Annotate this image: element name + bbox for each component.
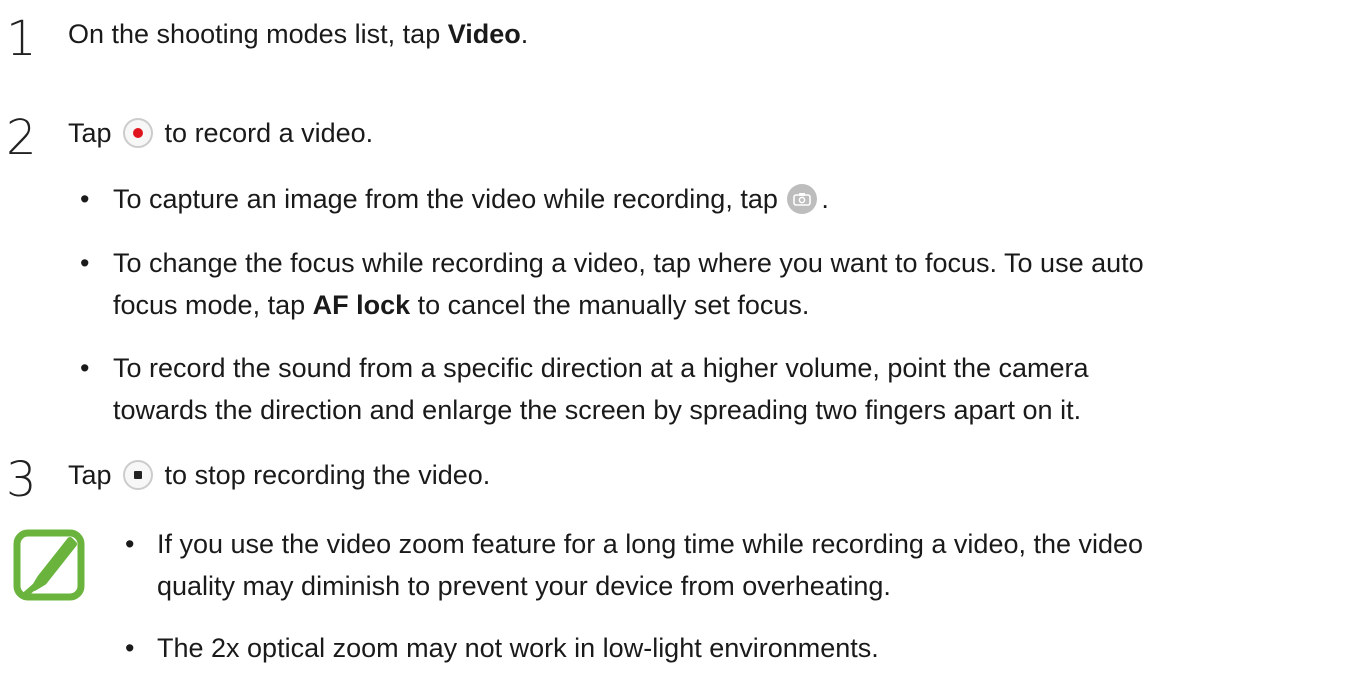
step-3-text: Tap to stop recording the video. xyxy=(68,457,490,493)
bullet-1-text: To capture an image from the video while… xyxy=(113,181,829,217)
note-2-line-1: The 2x optical zoom may not work in low-… xyxy=(157,633,879,663)
step-2-text-after: to record a video. xyxy=(157,118,374,148)
bullet-marker: • xyxy=(125,633,135,663)
note-1-line-1: If you use the video zoom feature for a … xyxy=(157,529,1144,559)
camera-icon xyxy=(787,183,818,214)
note-pencil-icon xyxy=(13,529,85,601)
step-2-text-before: Tap xyxy=(68,118,120,148)
bullet-2-line-2: focus mode, tap AF lock to cancel the ma… xyxy=(113,287,809,323)
bullet-2-line-1: To change the focus while recording a vi… xyxy=(113,248,1144,278)
step-2-text: Tap to record a video. xyxy=(68,115,373,151)
step-number-1: 1 xyxy=(6,11,37,67)
bullet-marker: • xyxy=(80,184,90,214)
bullet-marker: • xyxy=(80,353,90,383)
record-icon xyxy=(123,117,154,148)
af-lock-label: AF lock xyxy=(312,290,411,320)
bullet-3-line-1: To record the sound from a specific dire… xyxy=(113,353,1089,383)
note-1-line-2: quality may diminish to prevent your dev… xyxy=(157,571,891,601)
step-1-text-after: . xyxy=(520,19,529,49)
step-number-2: 2 xyxy=(6,110,37,166)
step-1-video-label: Video xyxy=(447,19,521,49)
bullet-1-text-before: To capture an image from the video while… xyxy=(113,184,786,214)
step-1-text: On the shooting modes list, tap Video. xyxy=(68,16,528,52)
bullet-marker: • xyxy=(80,248,90,278)
bullet-2-line-2-before: focus mode, tap xyxy=(113,290,313,320)
bullet-marker: • xyxy=(125,529,135,559)
step-3-text-after: to stop recording the video. xyxy=(157,460,491,490)
stop-icon xyxy=(123,459,154,490)
bullet-3-line-2: towards the direction and enlarge the sc… xyxy=(113,395,1082,425)
step-1-text-before: On the shooting modes list, tap xyxy=(68,19,448,49)
step-number-3: 3 xyxy=(6,452,37,508)
step-3-text-before: Tap xyxy=(68,460,120,490)
bullet-1-text-after: . xyxy=(821,184,829,214)
bullet-2-line-2-after: to cancel the manually set focus. xyxy=(410,290,810,320)
